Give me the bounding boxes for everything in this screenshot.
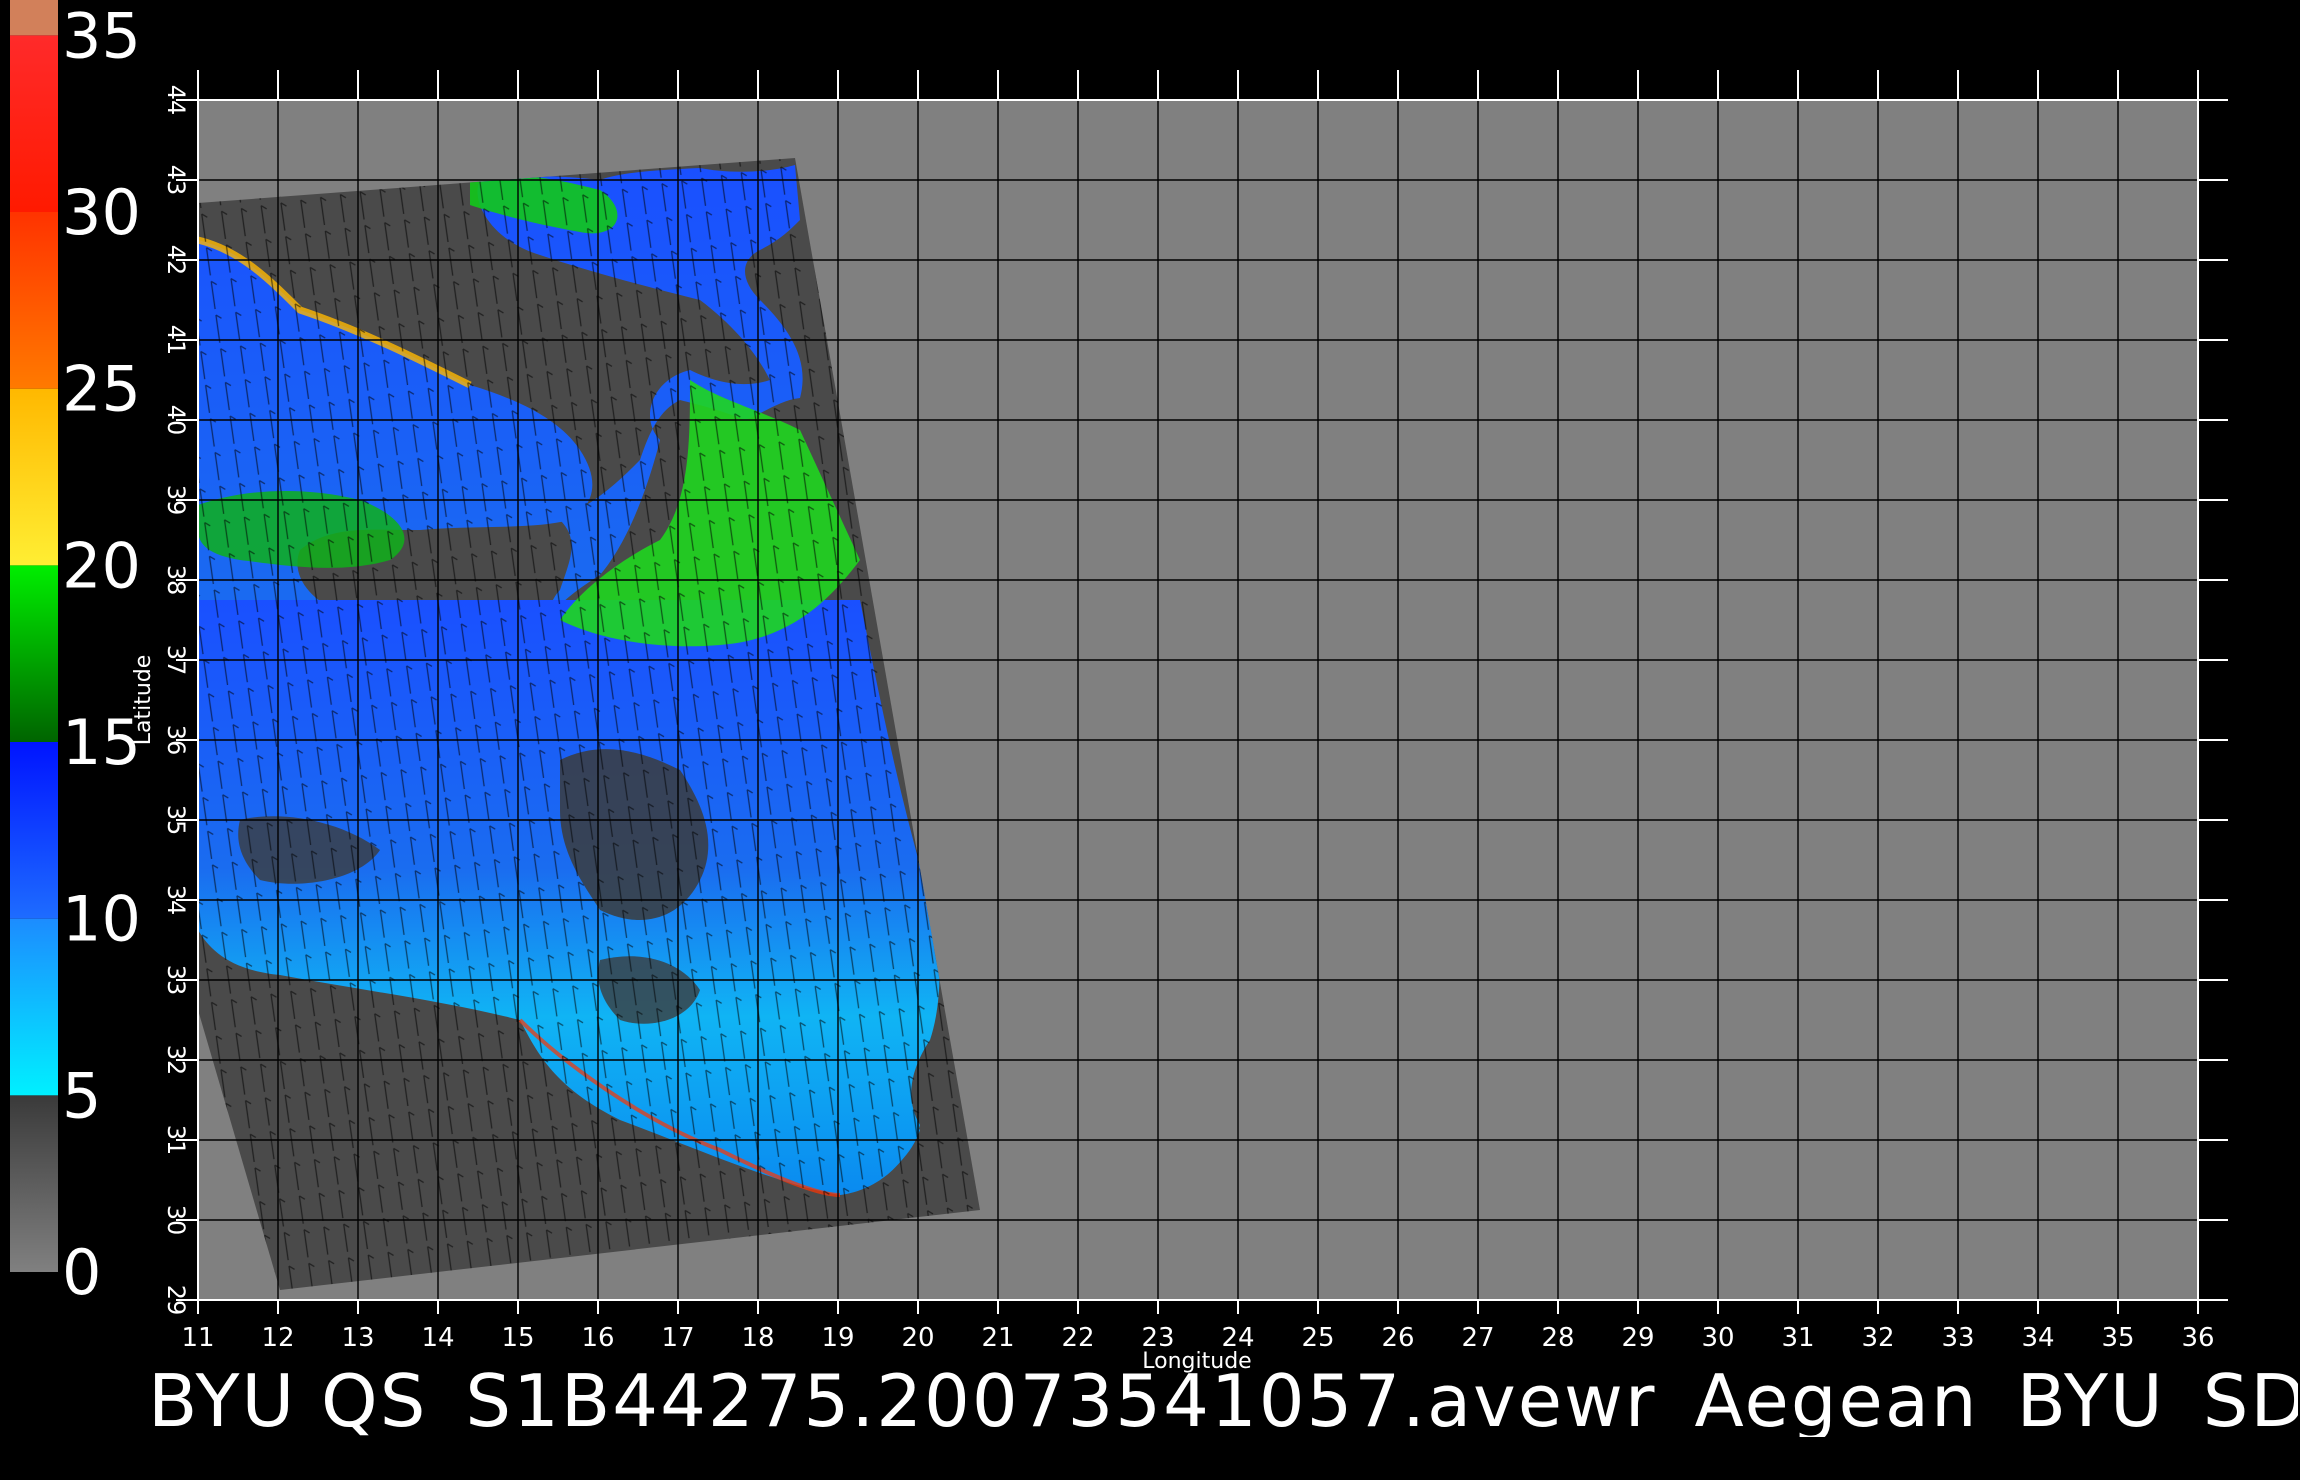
lat-tick-label: 36 <box>162 725 190 756</box>
lon-tick-label: 18 <box>741 1323 774 1353</box>
lat-tick-label: 44 <box>162 85 190 116</box>
lon-tick-label: 28 <box>1541 1323 1574 1353</box>
lon-tick-label: 20 <box>901 1323 934 1353</box>
colorbar-label: 10 <box>62 883 141 956</box>
lon-tick-label: 35 <box>2101 1323 2134 1353</box>
colorbar-label: 0 <box>62 1236 101 1309</box>
lat-tick-label: 43 <box>162 165 190 196</box>
lat-tick-label: 40 <box>162 405 190 436</box>
lon-tick-label: 26 <box>1381 1323 1414 1353</box>
lon-tick-label: 25 <box>1301 1323 1334 1353</box>
colorbar-labels: 0 5 10 15 20 25 30 35 <box>62 0 141 1309</box>
colorbar-segment <box>10 742 58 919</box>
lon-tick-label: 29 <box>1621 1323 1654 1353</box>
lon-tick-label: 19 <box>821 1323 854 1353</box>
lon-tick-label: 32 <box>1861 1323 1894 1353</box>
lon-tick-label: 21 <box>981 1323 1014 1353</box>
wind-map-figure: 0 5 10 15 20 25 30 35 11 12 13 14 15 16 17 18 19 20 21 22 2… <box>10 0 2228 1374</box>
map-plot-area <box>198 100 2198 1300</box>
lon-tick-label: 22 <box>1061 1323 1094 1353</box>
lat-tick-label: 39 <box>162 485 190 516</box>
lat-tick-label: 29 <box>162 1285 190 1316</box>
lon-tick-label: 12 <box>261 1323 294 1353</box>
lon-tick-label: 33 <box>1941 1323 1974 1353</box>
lon-tick-label: 34 <box>2021 1323 2054 1353</box>
wind-speed-colorbar: 0 5 10 15 20 25 30 35 <box>10 0 141 1309</box>
lat-tick-label: 35 <box>162 805 190 836</box>
lat-tick-label: 34 <box>162 885 190 916</box>
colorbar-segment <box>10 1095 58 1272</box>
colorbar-label: 15 <box>62 706 141 779</box>
colorbar-label: 35 <box>62 0 141 72</box>
colorbar-segment <box>10 212 58 389</box>
lon-tick-label: 16 <box>581 1323 614 1353</box>
lon-tick-label: 15 <box>501 1323 534 1353</box>
image-product-title: BYU QS_S1B44275.20073541057.avewr_Aegean… <box>148 1365 2298 1437</box>
lon-tick-label: 30 <box>1701 1323 1734 1353</box>
lon-tick-label: 17 <box>661 1323 694 1353</box>
colorbar-label: 20 <box>62 529 141 602</box>
colorbar-label: 5 <box>62 1059 101 1132</box>
colorbar-label: 30 <box>62 176 141 249</box>
colorbar-segment <box>10 565 58 742</box>
lat-tick-label: 33 <box>162 965 190 996</box>
lat-tick-label: 41 <box>162 325 190 356</box>
lat-tick-label: 42 <box>162 245 190 276</box>
colorbar-segment <box>10 35 58 213</box>
lat-tick-label: 30 <box>162 1205 190 1236</box>
lon-tick-label: 13 <box>341 1323 374 1353</box>
lat-tick-label: 32 <box>162 1045 190 1076</box>
lon-tick-label: 36 <box>2181 1323 2214 1353</box>
lat-tick-label: 37 <box>162 645 190 676</box>
colorbar-segment <box>10 918 58 1096</box>
lon-tick-label: 11 <box>181 1323 214 1353</box>
lon-tick-label: 14 <box>421 1323 454 1353</box>
lat-tick-label: 31 <box>162 1125 190 1156</box>
colorbar-segments <box>10 0 58 1272</box>
colorbar-label: 25 <box>62 353 141 426</box>
lon-tick-label: 31 <box>1781 1323 1814 1353</box>
lon-tick-label: 27 <box>1461 1323 1494 1353</box>
colorbar-segment <box>10 388 58 566</box>
y-axis-title: Latitude <box>131 655 156 746</box>
colorbar-segment <box>10 0 58 36</box>
lat-tick-label: 38 <box>162 565 190 596</box>
